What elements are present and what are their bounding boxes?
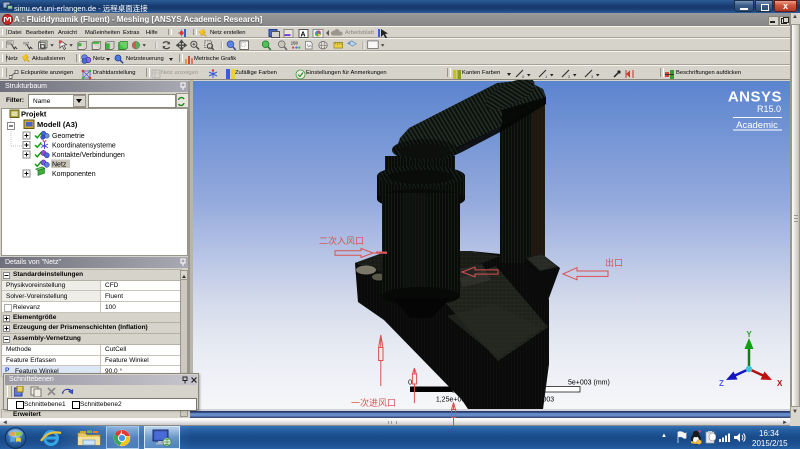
svg-text:二次入风口: 二次入风口 bbox=[319, 235, 364, 246]
svg-text:5e+003 (mm): 5e+003 (mm) bbox=[568, 380, 610, 387]
svg-text:Netz: Netz bbox=[52, 162, 67, 169]
svg-text:0: 0 bbox=[408, 380, 412, 387]
svg-text:Modell (A3): Modell (A3) bbox=[37, 120, 78, 129]
svg-text:150: 150 bbox=[291, 41, 299, 46]
svg-text:R15.0: R15.0 bbox=[757, 104, 781, 114]
svg-text:ANSYS: ANSYS bbox=[728, 89, 782, 106]
svg-text:2: 2 bbox=[568, 74, 571, 79]
svg-text:1: 1 bbox=[545, 74, 548, 79]
svg-text:3: 3 bbox=[591, 74, 594, 79]
svg-text:0: 0 bbox=[522, 74, 525, 79]
svg-text:Geometrie: Geometrie bbox=[52, 133, 85, 140]
svg-text:Koordinatensysteme: Koordinatensysteme bbox=[52, 143, 116, 150]
svg-text:xyz: xyz bbox=[23, 40, 29, 45]
svg-text:一次进风口: 一次进风口 bbox=[351, 397, 396, 408]
svg-text:Academic: Academic bbox=[736, 120, 778, 131]
svg-text:Kontakte/Verbindungen: Kontakte/Verbindungen bbox=[52, 152, 125, 159]
svg-text:X: X bbox=[777, 379, 783, 388]
svg-text:Z: Z bbox=[719, 379, 724, 388]
svg-text:Komponenten: Komponenten bbox=[52, 171, 96, 178]
svg-text:出口: 出口 bbox=[605, 257, 623, 268]
svg-text:Projekt: Projekt bbox=[21, 110, 47, 119]
svg-text:Y: Y bbox=[746, 330, 752, 339]
